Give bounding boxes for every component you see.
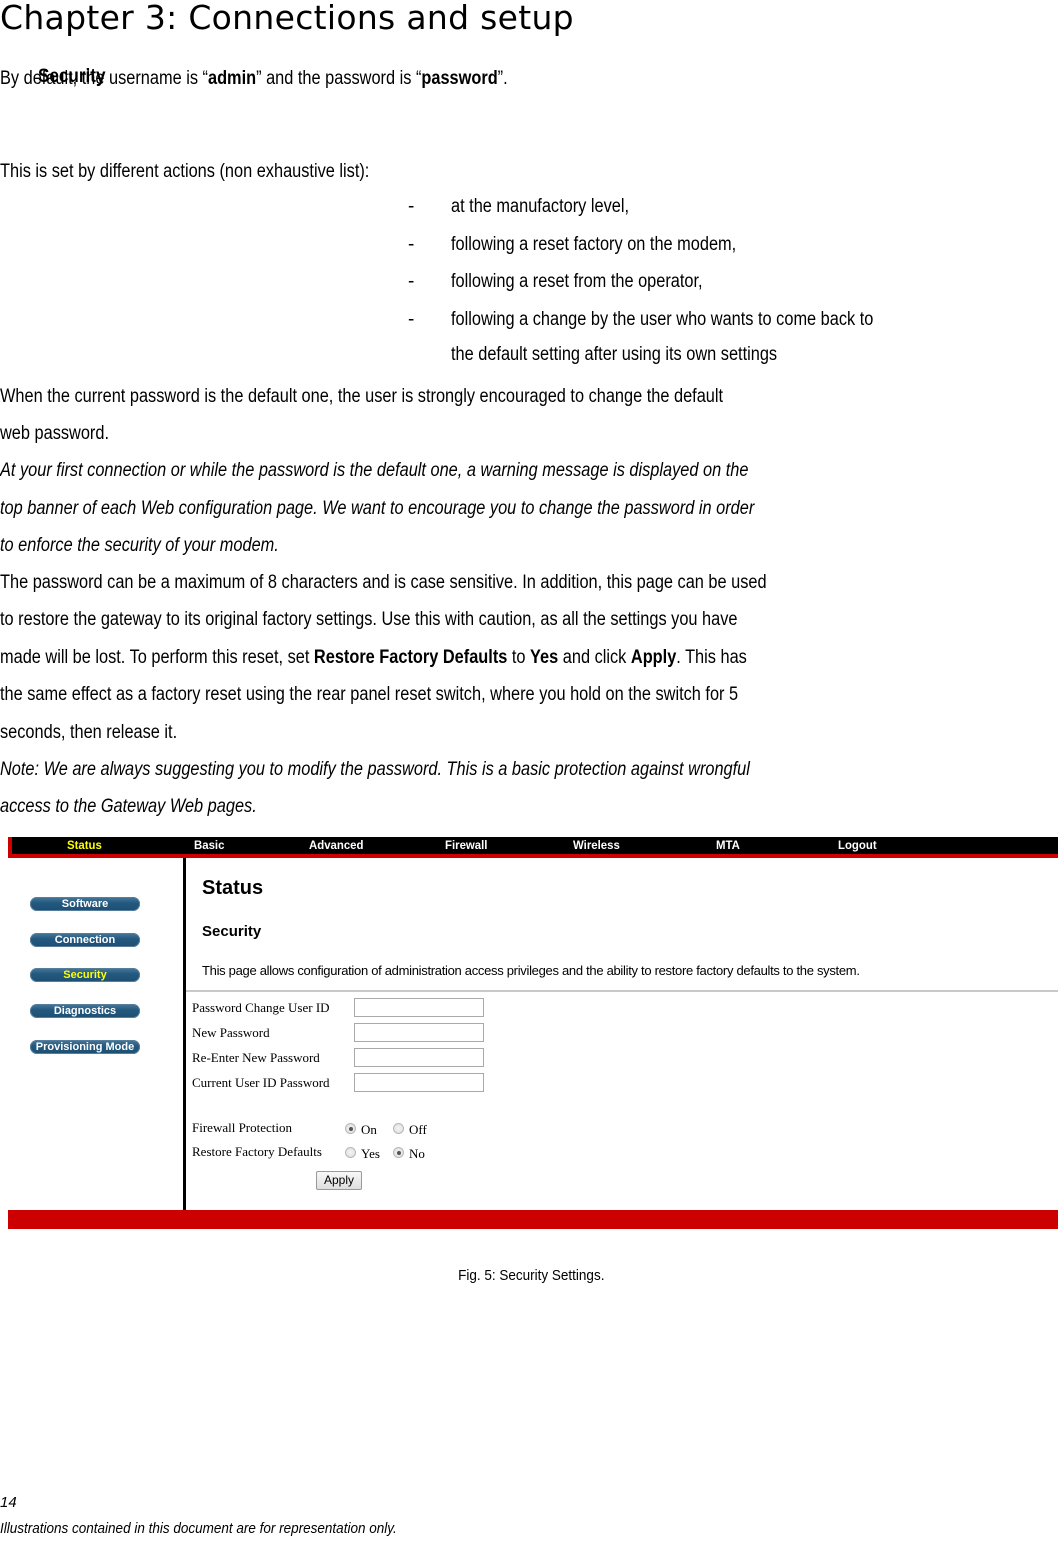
ui-divider [186,990,1058,992]
figure-caption-text: Fig. 5: Security Settings. [457,1267,605,1284]
ui-description: This page allows configuration of admini… [202,963,860,978]
list-item: following a change by the user who wants… [451,309,874,330]
router-security-screenshot: Status Basic Advanced Firewall Wireless … [8,837,1058,1230]
nav-tab-advanced[interactable]: Advanced [309,838,363,852]
bullet-dash: - [408,271,415,292]
restore-no-radio[interactable] [393,1147,404,1158]
nav-tab-logout[interactable]: Logout [838,838,877,852]
side-nav-security[interactable]: Security [30,968,140,982]
warning-paragraph-line: to enforce the security of your modem. [0,535,279,556]
current-user-id-password-input[interactable] [354,1073,484,1092]
nav-tab-wireless[interactable]: Wireless [573,838,620,852]
apply-term: Apply [630,647,677,668]
restore-yes-radio[interactable] [345,1147,356,1158]
password-rules-line: seconds, then release it. [0,722,178,743]
side-nav-connection[interactable]: Connection [30,933,140,947]
restore-factory-defaults-label: Restore Factory Defaults [192,1144,322,1159]
warning-paragraph-line: top banner of each Web configuration pag… [0,498,755,519]
text-fragment: made will be lost. To perform this reset… [0,647,314,668]
text-fragment: to [507,647,531,668]
text-fragment: ”. [497,68,508,89]
password-change-user-id-input[interactable] [354,998,484,1017]
reenter-new-password-input[interactable] [354,1048,484,1067]
text-fragment: . This has [676,647,747,668]
firewall-off-label: Off [409,1122,427,1137]
page-number: 14 [0,1494,17,1511]
text-fragment: and click [558,647,631,668]
note-line: Note: We are always suggesting you to mo… [0,759,750,780]
password-change-user-id-label: Password Change User ID [192,1000,330,1015]
new-password-label: New Password [192,1025,270,1040]
password-rules-line: The password can be a maximum of 8 chara… [0,572,767,593]
list-item-continuation: the default setting after using its own … [451,344,778,365]
side-nav-provisioning-mode[interactable]: Provisioning Mode [30,1040,140,1054]
ui-section-heading: Security [202,923,262,940]
nav-tab-status[interactable]: Status [67,838,102,852]
bullet-dash: - [408,196,415,217]
password-rules-line: made will be lost. To perform this reset… [0,643,747,672]
restore-no-label: No [409,1146,425,1161]
password-rules-line: to restore the gateway to its original f… [0,609,738,630]
password-rules-line: the same effect as a factory reset using… [0,684,739,705]
ui-page-heading: Status [202,877,264,899]
top-nav-inner: Status Basic Advanced Firewall Wireless … [12,837,1058,854]
firewall-off-radio[interactable] [393,1123,404,1134]
footer-disclaimer: Illustrations contained in this document… [0,1520,397,1537]
current-user-id-password-label: Current User ID Password [192,1075,330,1090]
nav-tab-firewall[interactable]: Firewall [445,838,487,852]
new-password-input[interactable] [354,1023,484,1042]
nav-tab-mta[interactable]: MTA [716,838,740,852]
warning-paragraph-line: At your first connection or while the pa… [0,460,749,481]
text-fragment: By default, the username is “ [0,68,208,89]
restore-yes-label: Yes [361,1146,380,1161]
list-item: at the manufactory level, [451,196,630,217]
list-intro: This is set by different actions (non ex… [0,161,370,182]
default-username: admin [207,68,257,89]
yes-term: Yes [530,647,559,668]
list-item: following a reset from the operator, [451,271,703,292]
sidebar-divider [183,858,186,1210]
chapter-title: Chapter 3: Connections and setup [0,0,574,37]
side-nav-diagnostics[interactable]: Diagnostics [30,1004,140,1018]
note-line: access to the Gateway Web pages. [0,796,257,817]
figure-caption: Fig. 5: Security Settings. [0,1267,1062,1284]
top-nav-bar: Status Basic Advanced Firewall Wireless … [8,837,1058,858]
reenter-new-password-label: Re-Enter New Password [192,1050,320,1065]
text-fragment: ” and the password is “ [256,68,422,89]
firewall-on-label: On [361,1122,377,1137]
encourage-paragraph-line: web password. [0,423,109,444]
bullet-dash: - [408,309,415,330]
firewall-on-radio[interactable] [345,1123,356,1134]
side-nav-software[interactable]: Software [30,897,140,911]
encourage-paragraph-line: When the current password is the default… [0,386,724,407]
apply-button[interactable]: Apply [316,1171,362,1190]
bullet-dash: - [408,234,415,255]
bottom-bar [8,1210,1058,1229]
default-password: password [421,68,498,89]
nav-tab-basic[interactable]: Basic [194,838,224,852]
firewall-protection-label: Firewall Protection [192,1120,293,1135]
restore-factory-defaults-term: Restore Factory Defaults [313,647,508,668]
default-credentials-paragraph: By default, the username is “admin” and … [0,64,508,93]
list-item: following a reset factory on the modem, [451,234,737,255]
